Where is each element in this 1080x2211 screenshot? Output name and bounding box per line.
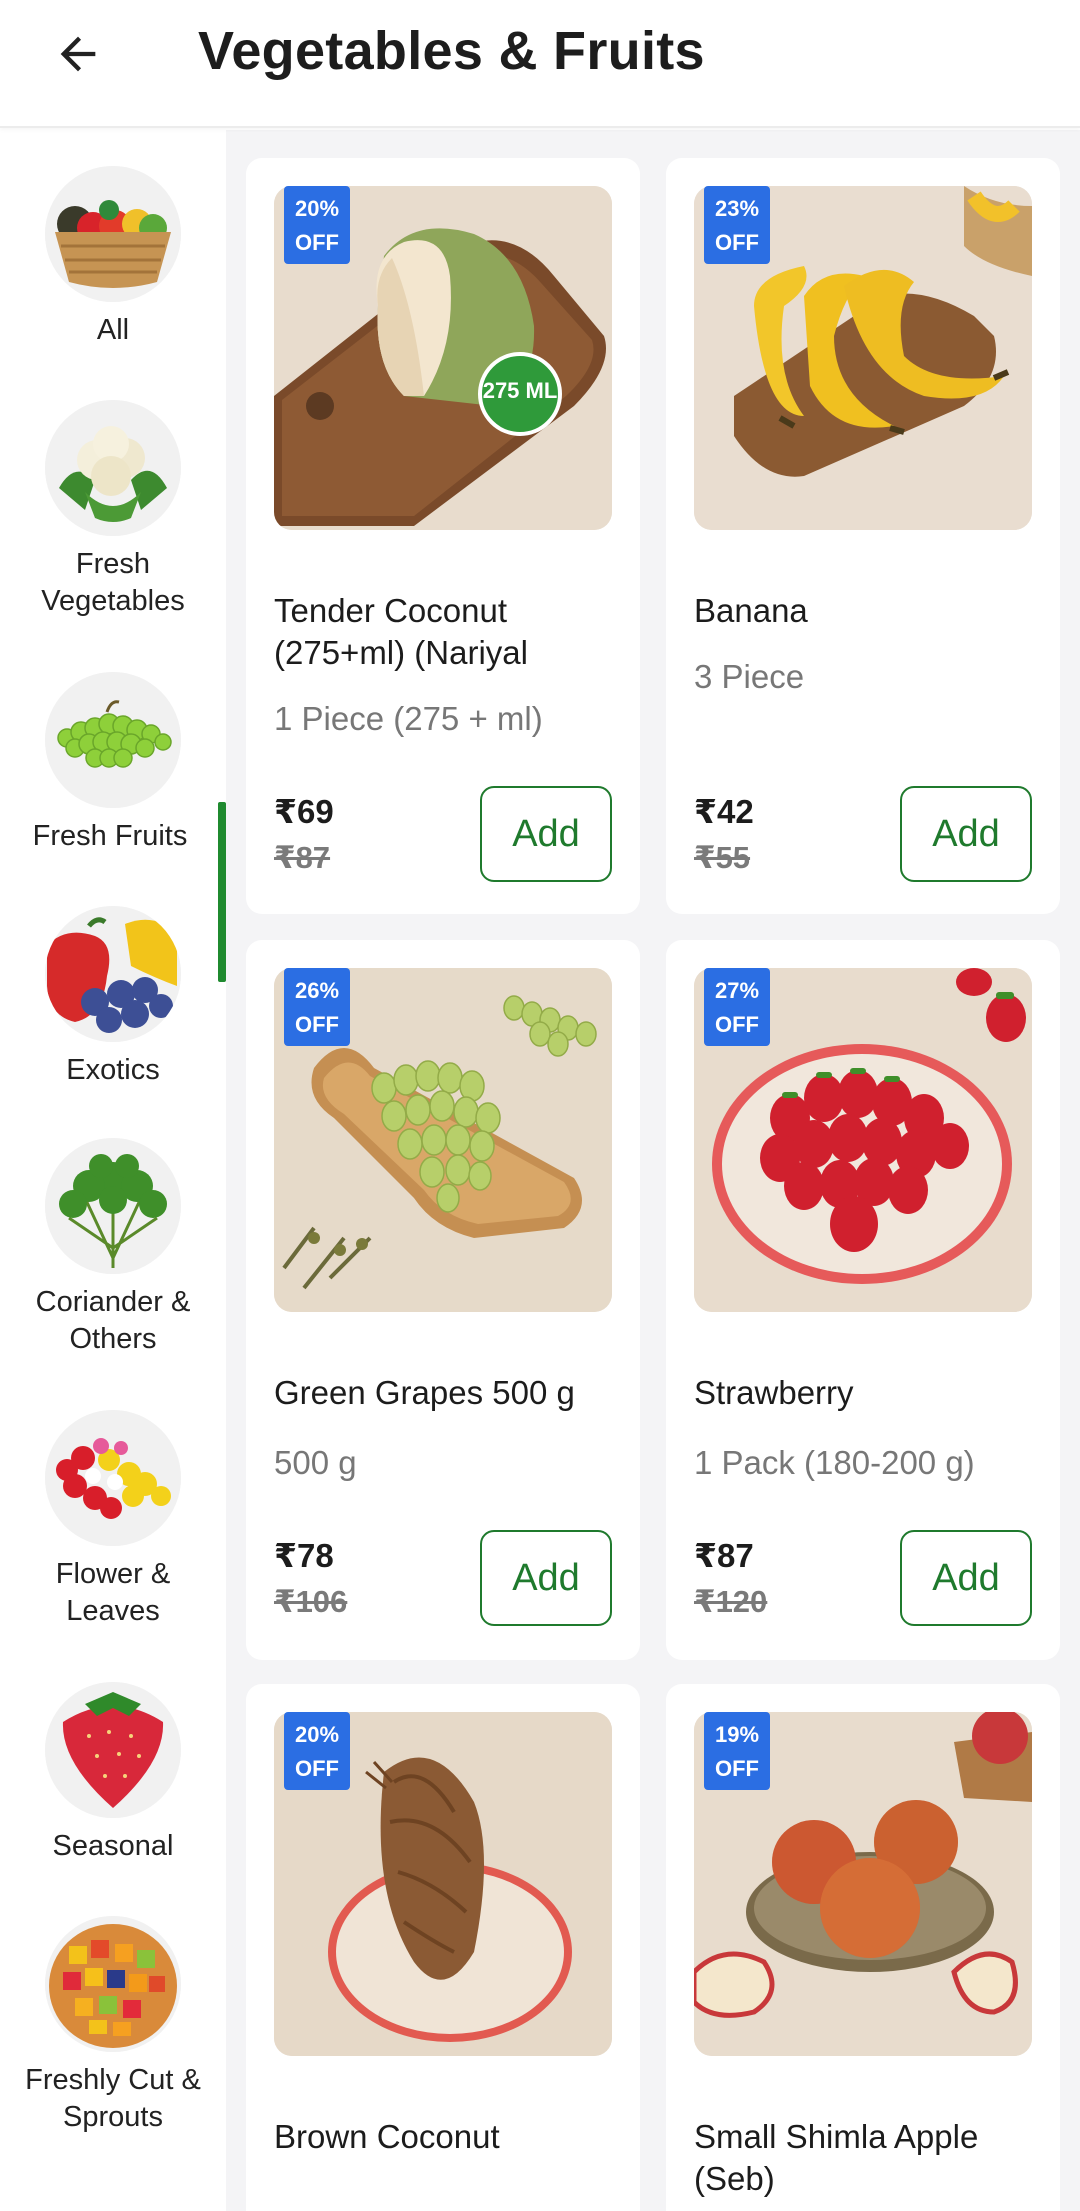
product-mrp: ₹120: [694, 1584, 768, 1619]
add-to-cart-button[interactable]: Add: [480, 786, 612, 882]
discount-badge: 19% OFF: [704, 1712, 770, 1790]
add-to-cart-button[interactable]: Add: [900, 786, 1032, 882]
product-price: ₹69: [274, 793, 334, 830]
sidebar-item-label: Exotics: [66, 1054, 160, 1086]
product-card[interactable]: 19% OFF Small Shimla Apple (Seb): [666, 1684, 1060, 2211]
cauliflower-icon: [45, 400, 181, 536]
sidebar-item-label: Coriander & Others: [35, 1286, 191, 1355]
sidebar-item-label: Fresh Fruits: [32, 820, 188, 852]
sidebar-item-label: All: [96, 314, 130, 346]
volume-badge: 275 ML: [483, 378, 558, 403]
product-name: Strawberry: [694, 1374, 854, 1411]
product-name: Green Grapes 500 g: [274, 1374, 575, 1411]
discount-badge: 27% OFF: [704, 968, 770, 1046]
product-mrp: ₹87: [274, 840, 331, 875]
back-button[interactable]: [36, 12, 120, 96]
sidebar-item-label: Fresh Vegetables: [41, 548, 185, 617]
app-header: Vegetables & Fruits: [0, 0, 1080, 128]
product-price: ₹78: [274, 1537, 334, 1574]
add-to-cart-button[interactable]: Add: [900, 1530, 1032, 1626]
product-quantity: 1 Pack (180-200 g): [694, 1444, 975, 1481]
sidebar-item-seasonal[interactable]: Seasonal: [0, 1682, 226, 1865]
sidebar-item-label: Freshly Cut & Sprouts: [25, 2064, 201, 2133]
sidebar-item-fresh-vegetables[interactable]: Fresh Vegetables: [0, 400, 226, 620]
product-card[interactable]: 27% OFF Strawberry 1 Pack (180-200 g) ₹8…: [666, 940, 1060, 1660]
cut-fruit-bowl-icon: [45, 1916, 181, 2052]
product-name: Brown Coconut: [274, 2118, 500, 2155]
product-quantity: 3 Piece: [694, 658, 805, 695]
strawberry-icon: [45, 1682, 181, 1818]
product-name: Banana: [694, 592, 808, 629]
sidebar-item-flower-leaves[interactable]: Flower & Leaves: [0, 1410, 226, 1630]
coriander-icon: [45, 1138, 181, 1274]
product-price: ₹87: [694, 1537, 754, 1574]
product-price: ₹42: [694, 793, 754, 830]
arrow-left-icon: [60, 36, 96, 72]
page-title: Vegetables & Fruits: [198, 21, 705, 81]
bell-pepper-icon: [45, 906, 181, 1042]
product-grid: 275 ML 20% OFF Tender Coconut (275+ml) (…: [226, 130, 1080, 2211]
sidebar-item-coriander-others[interactable]: Coriander & Others: [0, 1138, 226, 1358]
add-to-cart-button[interactable]: Add: [480, 1530, 612, 1626]
product-quantity: 500 g: [274, 1444, 357, 1481]
product-name: Tender Coconut (275+ml) (Nariyal: [274, 592, 528, 671]
product-card[interactable]: 26% OFF Green Grapes 500 g 500 g ₹78 ₹10…: [246, 940, 640, 1660]
discount-badge: 26% OFF: [284, 968, 350, 1046]
discount-badge: 23% OFF: [704, 186, 770, 264]
product-mrp: ₹106: [274, 1584, 348, 1619]
discount-badge: 20% OFF: [284, 186, 350, 264]
sidebar-item-exotics[interactable]: Exotics: [0, 906, 226, 1089]
sidebar-item-all[interactable]: All: [0, 166, 226, 349]
sidebar-item-label: Seasonal: [52, 1830, 174, 1862]
product-mrp: ₹55: [694, 840, 751, 875]
discount-badge: 20% OFF: [284, 1712, 350, 1790]
category-sidebar: All Fresh Vegetables Fresh Fruits Exotic…: [0, 130, 226, 2211]
product-name: Small Shimla Apple (Seb): [694, 2118, 979, 2197]
product-card[interactable]: 20% OFF Brown Coconut: [246, 1684, 640, 2211]
flower-icon: [45, 1410, 181, 1546]
grapes-icon: [45, 672, 181, 808]
basket-icon: [45, 166, 181, 302]
sidebar-item-freshly-cut-sprouts[interactable]: Freshly Cut & Sprouts: [0, 1916, 226, 2136]
sidebar-item-fresh-fruits[interactable]: Fresh Fruits: [0, 672, 226, 855]
sidebar-item-label: Flower & Leaves: [55, 1558, 171, 1627]
product-card[interactable]: 275 ML 20% OFF Tender Coconut (275+ml) (…: [246, 158, 640, 914]
product-card[interactable]: 23% OFF Banana 3 Piece ₹42 ₹55 Add: [666, 158, 1060, 914]
product-quantity: 1 Piece (275 + ml): [274, 700, 543, 737]
selected-category-indicator: [218, 802, 226, 982]
